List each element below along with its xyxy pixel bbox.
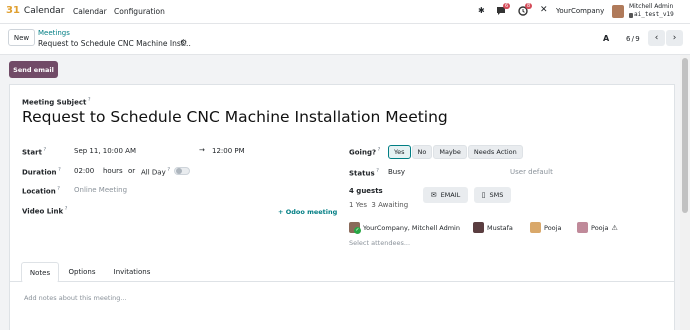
tab-options[interactable]: Options <box>60 262 104 282</box>
warning-icon: ⚠ <box>611 223 618 232</box>
activity-button[interactable]: 8 <box>518 3 533 18</box>
ai-icon[interactable]: A <box>603 34 609 43</box>
menu-configuration[interactable]: Configuration <box>114 7 165 16</box>
attendee-tag[interactable]: Mustafa <box>473 222 513 233</box>
database-icon <box>629 13 633 18</box>
going-yes-button[interactable]: Yes <box>388 145 411 159</box>
start-date-input[interactable]: Sep 11, 10:00 AM <box>74 147 136 155</box>
video-link-label: Video Link ? <box>22 206 68 216</box>
pager-value[interactable]: 6 / 9 <box>626 35 640 43</box>
pager-next-button[interactable]: › <box>666 30 683 46</box>
gear-icon[interactable]: ⚙ <box>180 38 187 47</box>
notes-editor[interactable]: Add notes about this meeting... <box>24 294 127 302</box>
tab-invitations-label: Invitations <box>113 268 151 276</box>
breadcrumb-meetings[interactable]: Meetings <box>38 29 70 37</box>
send-email-label: Send email <box>13 65 54 74</box>
send-email-button[interactable]: Send email <box>9 61 58 78</box>
calendar-logo-icon: 31 <box>6 5 20 16</box>
duration-input[interactable]: 02:00 <box>74 167 94 175</box>
tab-options-label: Options <box>68 268 96 276</box>
subject-label: Meeting Subject ? <box>22 97 91 107</box>
allday-toggle[interactable] <box>174 167 190 175</box>
email-attendees-button[interactable]: ✉ EMAIL <box>423 187 468 203</box>
new-button-label: New <box>13 33 30 42</box>
duration-unit: hours <box>103 167 123 175</box>
activity-badge: 8 <box>525 3 533 9</box>
mobile-icon: ▯ <box>481 191 486 199</box>
attendee-tag[interactable]: ✓ YourCompany, Mitchell Admin <box>349 222 460 234</box>
going-maybe-button[interactable]: Maybe <box>433 145 467 159</box>
tab-invitations[interactable]: Invitations <box>105 262 159 282</box>
tools-icon[interactable]: ✕ <box>540 5 548 15</box>
going-no-button[interactable]: No <box>411 145 433 159</box>
end-date-input[interactable]: 12:00 PM <box>212 147 245 155</box>
envelope-icon: ✉ <box>430 191 437 199</box>
user-avatar[interactable] <box>612 5 624 18</box>
messages-button[interactable]: 6 <box>496 3 511 18</box>
select-attendees-input[interactable]: Select attendees... <box>349 239 410 247</box>
check-icon: ✓ <box>354 227 361 234</box>
breadcrumb-current: Request to Schedule CNC Machine Inst... <box>38 39 191 48</box>
menu-calendar[interactable]: Calendar <box>73 7 107 16</box>
guests-summary: 1 Yes 3 Awaiting <box>349 201 409 209</box>
privacy-select[interactable]: User default <box>510 168 553 176</box>
scrollbar-thumb[interactable] <box>682 58 688 213</box>
app-name: Calendar <box>23 5 65 16</box>
attendee-tag[interactable]: Pooja ⚠ <box>577 222 618 233</box>
location-input[interactable]: Online Meeting <box>74 186 127 194</box>
avatar <box>473 222 484 233</box>
meeting-subject-input[interactable]: Request to Schedule CNC Machine Installa… <box>22 108 448 126</box>
avatar <box>577 222 588 233</box>
avatar <box>530 222 541 233</box>
chevron-left-icon: ‹ <box>654 33 659 43</box>
duration-label: Duration ? <box>22 167 61 177</box>
allday-label: All Day ? <box>141 167 170 177</box>
bug-icon[interactable]: ✱ <box>478 6 485 15</box>
tab-notes-label: Notes <box>29 268 51 277</box>
tab-notes[interactable]: Notes <box>21 262 59 283</box>
sms-attendees-button[interactable]: ▯ SMS <box>474 187 511 203</box>
control-panel: New Meetings Request to Schedule CNC Mac… <box>0 24 690 55</box>
sms-button-label: SMS <box>489 191 504 199</box>
going-options: Yes No Maybe Needs Action <box>388 145 523 159</box>
attendee-name: Pooja <box>591 223 609 232</box>
user-name[interactable]: Mitchell Admin <box>629 3 673 10</box>
chevron-right-icon: › <box>672 33 677 43</box>
going-label: Going? ? <box>349 147 381 157</box>
avatar: ✓ <box>349 222 361 234</box>
app-logo[interactable]: 31 Calendar <box>6 5 64 16</box>
attendee-name: YourCompany, Mitchell Admin <box>363 223 460 232</box>
status-label: Status ? <box>349 168 379 178</box>
guests-count: 4 guests <box>349 187 383 195</box>
attendee-name: Mustafa <box>487 223 513 232</box>
odoo-meeting-link[interactable]: + Odoo meeting <box>278 208 337 216</box>
company-switcher[interactable]: YourCompany <box>556 7 604 15</box>
start-label: Start ? <box>22 147 47 157</box>
top-navbar: 31 Calendar Calendar Configuration ✱ 6 8… <box>0 0 690 24</box>
status-select[interactable]: Busy <box>388 168 405 176</box>
going-needs-action-button[interactable]: Needs Action <box>467 145 523 159</box>
location-label: Location ? <box>22 186 60 196</box>
or-text: or <box>128 167 136 175</box>
email-button-label: EMAIL <box>440 191 461 199</box>
attendee-tag[interactable]: Pooja <box>530 222 561 233</box>
attendee-name: Pooja <box>544 223 562 232</box>
new-button[interactable]: New <box>8 29 35 46</box>
user-database: ai_test_v19 <box>634 11 674 18</box>
pager-previous-button[interactable]: ‹ <box>648 30 665 46</box>
messages-badge: 6 <box>503 3 511 9</box>
arrow-right-icon: → <box>199 146 205 154</box>
